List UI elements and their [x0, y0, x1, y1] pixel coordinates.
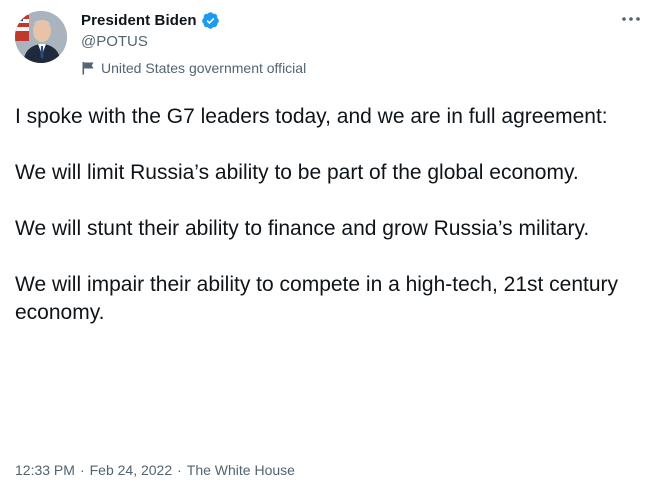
- tweet-text: I spoke with the G7 leaders today, and w…: [15, 103, 640, 327]
- tweet-date[interactable]: Feb 24, 2022: [90, 462, 173, 478]
- tweet-paragraph: I spoke with the G7 leaders today, and w…: [15, 105, 608, 128]
- tweet-paragraph: We will impair their ability to compete …: [15, 273, 619, 324]
- author-name-row: President Biden: [81, 10, 220, 30]
- flag-icon: [81, 61, 95, 75]
- tweet-metadata: 12:33 PM · Feb 24, 2022 · The White Hous…: [15, 462, 295, 478]
- tweet-paragraph: We will stunt their ability to finance a…: [15, 217, 590, 240]
- separator: ·: [177, 462, 182, 478]
- separator: ·: [79, 462, 85, 478]
- more-options-button[interactable]: [618, 8, 644, 30]
- government-label-text: United States government official: [101, 60, 307, 76]
- author-display-name[interactable]: President Biden: [81, 12, 197, 29]
- author-handle[interactable]: @POTUS: [81, 33, 148, 50]
- avatar-image: [15, 11, 67, 63]
- tweet-time[interactable]: 12:33 PM: [15, 462, 75, 478]
- tweet-card: President Biden @POTUS United States gov…: [0, 0, 650, 492]
- tweet-paragraph: We will limit Russia’s ability to be par…: [15, 161, 579, 184]
- government-label[interactable]: United States government official: [81, 59, 306, 77]
- avatar[interactable]: [15, 11, 67, 63]
- verified-badge-icon: [201, 11, 220, 30]
- tweet-source[interactable]: The White House: [187, 462, 295, 478]
- more-horizontal-icon: [622, 17, 640, 21]
